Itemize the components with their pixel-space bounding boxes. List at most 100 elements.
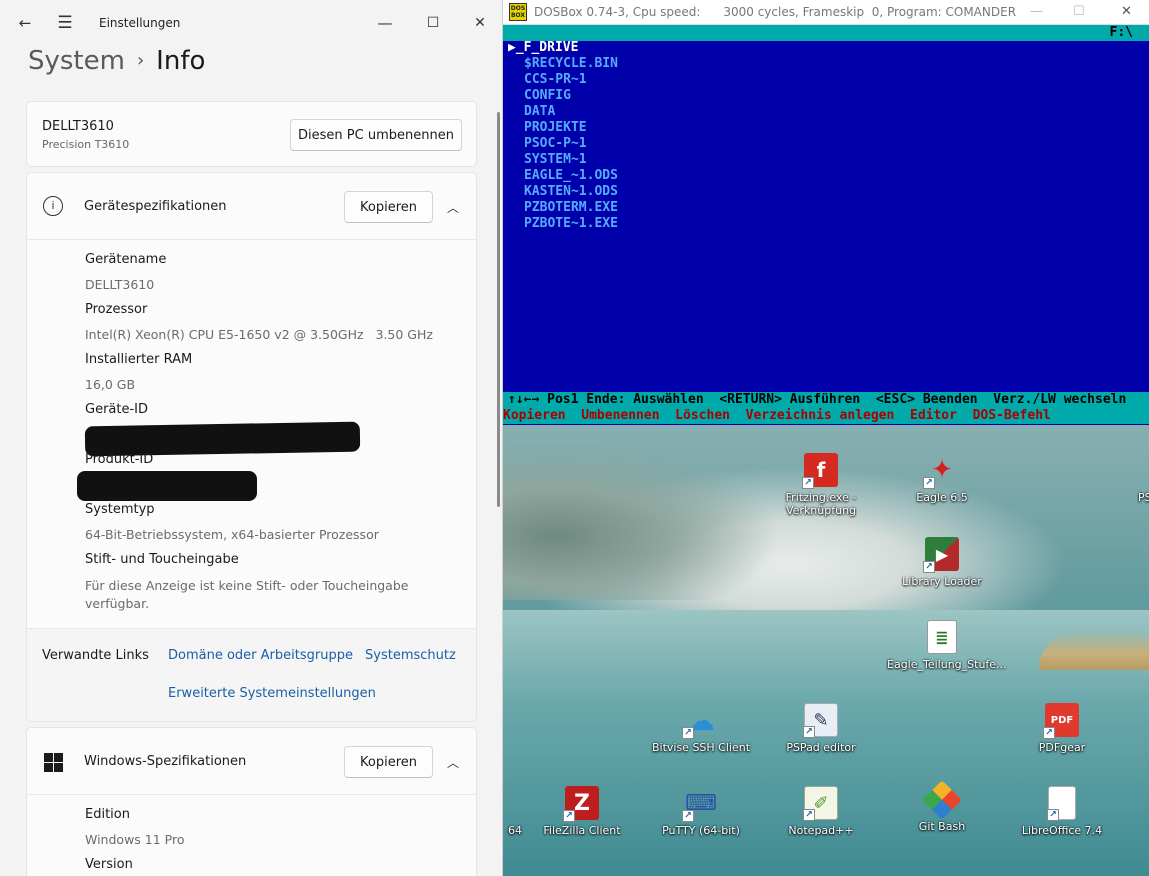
spec-value-pen-touch-cont: verfügbar. bbox=[85, 596, 150, 611]
spec-label-device-id: Geräte-ID bbox=[85, 402, 149, 417]
hamburger-menu-icon[interactable]: ☰ bbox=[50, 10, 80, 36]
maximize-icon[interactable]: ☐ bbox=[418, 10, 448, 36]
pc-name-card: DELLT3610 Precision T3610 Diesen PC umbe… bbox=[26, 101, 477, 167]
dos-selected-label: _F_DRIVE bbox=[515, 40, 579, 55]
spec-value-system-type: 64-Bit-Betriebssystem, x64-basierter Pro… bbox=[85, 527, 379, 542]
close-icon[interactable]: ✕ bbox=[465, 10, 495, 36]
desktop-icon-pdfgear[interactable]: PDF ↗ PDFgear bbox=[1007, 703, 1117, 754]
desktop-icon-label: PS bbox=[1138, 491, 1149, 504]
windows-specs-title: Windows-Spezifikationen bbox=[84, 754, 247, 769]
breadcrumb-separator: › bbox=[136, 50, 145, 71]
dosbox-window: DOS BOX DOSBox 0.74-3, Cpu speed: 3000 c… bbox=[503, 0, 1149, 425]
minimize-icon[interactable]: — bbox=[370, 10, 400, 36]
dos-file-entry[interactable]: PZBOTE~1.EXE bbox=[524, 216, 618, 232]
copy-windows-specs-button[interactable]: Kopieren bbox=[344, 746, 433, 778]
minimize-icon[interactable]: — bbox=[1030, 4, 1043, 19]
dos-help-line-2: Kopieren Umbenennen Löschen Verzeichnis … bbox=[503, 408, 1051, 423]
spec-label-processor: Prozessor bbox=[85, 302, 148, 317]
spec-value-device-name: DELLT3610 bbox=[85, 277, 155, 292]
desktop-icon-notepadpp[interactable]: ✐ ↗ Notepad++ bbox=[766, 786, 876, 837]
pc-model: Precision T3610 bbox=[42, 138, 130, 151]
desktop-icon-eagle-teilung[interactable]: ≣ Eagle_Teilung_Stufe... bbox=[887, 620, 1007, 671]
maximize-icon[interactable]: ☐ bbox=[1073, 4, 1085, 19]
dos-help-bar: ↑↓←→ Pos1 Ende: Auswählen <RETURN> Ausfü… bbox=[503, 392, 1149, 424]
windows-specs-card: Windows-Spezifikationen Kopieren ︿ Editi… bbox=[26, 727, 477, 876]
putty-icon: ⌨ ↗ bbox=[682, 786, 718, 822]
back-arrow-icon[interactable]: ← bbox=[10, 10, 40, 36]
eagle-icon: ✦ ↗ bbox=[923, 453, 959, 489]
partial-icon bbox=[1139, 453, 1149, 487]
desktop-icon-library-loader[interactable]: ▶ ↗ Library Loader bbox=[887, 537, 997, 588]
document-icon: ≣ bbox=[927, 620, 957, 654]
chevron-up-icon[interactable]: ︿ bbox=[447, 754, 459, 771]
redaction-product-id bbox=[77, 471, 257, 501]
dos-current-drive: F:\ bbox=[1109, 25, 1133, 40]
windows-specs-header[interactable]: Windows-Spezifikationen Kopieren ︿ bbox=[27, 728, 476, 795]
device-specs-card: i Gerätespezifikationen Kopieren ︿ Gerät… bbox=[26, 172, 477, 722]
bitvise-icon: ☁ ↗ bbox=[682, 703, 718, 739]
dos-selected-entry[interactable]: ▶_F_DRIVE bbox=[508, 40, 578, 56]
desktop-icon-partial[interactable]: 64 bbox=[500, 786, 530, 837]
desktop-icon-partial[interactable]: PS bbox=[1105, 453, 1149, 504]
desktop-icon-label: Library Loader bbox=[902, 575, 982, 588]
desktop-icon-pspad[interactable]: ✎ ↗ PSPad editor bbox=[766, 703, 876, 754]
rename-pc-button[interactable]: Diesen PC umbenennen bbox=[290, 119, 462, 151]
spec-label-device-name: Gerätename bbox=[85, 252, 167, 267]
dosbox-titlebar: DOS BOX DOSBox 0.74-3, Cpu speed: 3000 c… bbox=[503, 0, 1149, 25]
dos-help-line-1: ↑↓←→ Pos1 Ende: Auswählen <RETURN> Ausfü… bbox=[508, 392, 1127, 407]
hillside bbox=[500, 440, 780, 600]
breadcrumb-system[interactable]: System bbox=[28, 46, 125, 76]
dos-file-entry[interactable]: DATA bbox=[524, 104, 555, 120]
partial-icon bbox=[510, 786, 520, 820]
dos-file-entry[interactable]: CCS-PR~1 bbox=[524, 72, 587, 88]
grass-bank bbox=[1039, 630, 1149, 670]
spec-value-processor: Intel(R) Xeon(R) CPU E5-1650 v2 @ 3.50GH… bbox=[85, 327, 433, 342]
chevron-up-icon[interactable]: ︿ bbox=[447, 199, 459, 216]
desktop-icon-libreoffice[interactable]: ↗ LibreOffice 7.4 bbox=[1007, 786, 1117, 837]
dos-cursor-icon: ▶ bbox=[508, 40, 516, 55]
copy-device-specs-button[interactable]: Kopieren bbox=[344, 191, 433, 223]
desktop-icon-label: PDFgear bbox=[1038, 741, 1086, 754]
device-specs-header[interactable]: i Gerätespezifikationen Kopieren ︿ bbox=[27, 173, 476, 240]
app-title: Einstellungen bbox=[99, 16, 181, 30]
spec-value-ram: 16,0 GB bbox=[85, 377, 136, 392]
desktop-icon-git-bash[interactable]: Git Bash bbox=[887, 780, 997, 833]
dos-file-entry[interactable]: EAGLE_~1.ODS bbox=[524, 168, 618, 184]
breadcrumb: System › Info bbox=[28, 46, 205, 76]
desktop-icon-bitvise[interactable]: ☁ ↗ Bitvise SSH Client bbox=[646, 703, 756, 755]
dos-file-entry[interactable]: PSOC-P~1 bbox=[524, 136, 587, 152]
desktop-icon-label: PuTTY (64-bit) bbox=[662, 824, 740, 837]
fritzing-icon: f ↗ bbox=[802, 453, 838, 489]
spec-label-edition: Edition bbox=[85, 807, 130, 822]
pc-name: DELLT3610 bbox=[42, 119, 114, 134]
dos-file-entry[interactable]: $RECYCLE.BIN bbox=[524, 56, 618, 72]
spec-label-ram: Installierter RAM bbox=[85, 352, 193, 367]
link-advanced-system-settings[interactable]: Erweiterte Systemeinstellungen bbox=[168, 686, 376, 701]
device-specs-title: Gerätespezifikationen bbox=[84, 199, 227, 214]
desktop-icon-label: Eagle 6.5 bbox=[916, 491, 968, 504]
link-domain-workgroup[interactable]: Domäne oder Arbeitsgruppe bbox=[168, 648, 353, 663]
dos-file-entry[interactable]: KASTEN~1.ODS bbox=[524, 184, 618, 200]
dos-file-entry[interactable]: SYSTEM~1 bbox=[524, 152, 587, 168]
dos-screen[interactable]: F:\ ▶_F_DRIVE $RECYCLE.BIN CCS-PR~1 CONFIG… bbox=[503, 25, 1149, 425]
filezilla-icon: Z ↗ bbox=[563, 786, 599, 822]
spec-value-pen-touch: Für diese Anzeige ist keine Stift- oder … bbox=[85, 578, 409, 593]
dos-file-entry[interactable]: CONFIG bbox=[524, 88, 571, 104]
desktop-icon-label: FileZilla Client bbox=[543, 824, 621, 837]
dosbox-title: DOSBox 0.74-3, Cpu speed: 3000 cycles, F… bbox=[534, 5, 1017, 19]
settings-titlebar: ← ☰ Einstellungen — ☐ ✕ bbox=[0, 0, 502, 46]
dos-file-entry[interactable]: PZBOTERM.EXE bbox=[524, 200, 618, 216]
dos-file-entry[interactable]: PROJEKTE bbox=[524, 120, 587, 136]
desktop-icon-filezilla[interactable]: Z ↗ FileZilla Client bbox=[527, 786, 637, 837]
windows-logo-icon bbox=[44, 753, 63, 772]
close-icon[interactable]: ✕ bbox=[1121, 4, 1132, 19]
desktop-icon-putty[interactable]: ⌨ ↗ PuTTY (64-bit) bbox=[646, 786, 756, 838]
desktop-icon-eagle[interactable]: ✦ ↗ Eagle 6.5 bbox=[887, 453, 997, 504]
desktop-icon-fritzing[interactable]: f ↗ Fritzing.exe - Verknüpfung bbox=[766, 453, 876, 517]
spec-label-product-id: Produkt-ID bbox=[85, 452, 154, 467]
library-loader-icon: ▶ ↗ bbox=[923, 537, 959, 573]
scrollbar-thumb[interactable] bbox=[497, 112, 500, 507]
link-system-protection[interactable]: Systemschutz bbox=[365, 648, 456, 663]
desktop-icon-label: Verknüpfung bbox=[785, 504, 857, 517]
page-title: Info bbox=[156, 46, 206, 76]
